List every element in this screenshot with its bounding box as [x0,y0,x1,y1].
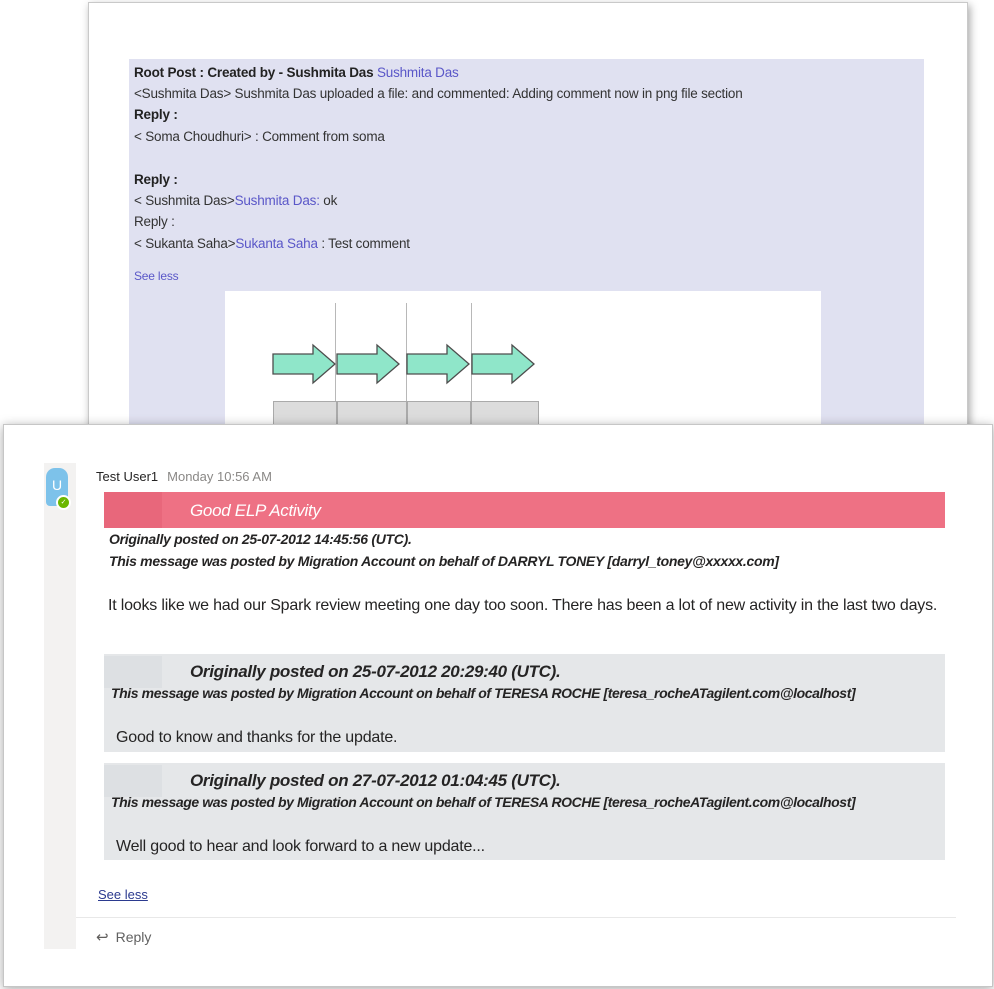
quote-chip [104,656,162,688]
root-post-label: Root Post : Created by - Sushmita Das [134,65,377,80]
attached-process-diagram[interactable] [225,291,821,443]
quoted-reply: Originally posted on 25-07-2012 20:29:40… [104,654,945,752]
reply-text: ok [319,193,338,208]
arrow-shape-icon [271,343,337,385]
teams-message-card: U ✓ Test User1 Monday 10:56 AM Good ELP A… [3,424,993,987]
quote-chip [104,765,162,797]
reply-original-date: Originally posted on 27-07-2012 01:04:45… [190,771,561,790]
original-post-date: Originally posted on 25-07-2012 14:45:56… [109,531,412,547]
divider [76,917,956,918]
root-comment-line: <Sushmita Das> Sushmita Das uploaded a f… [134,86,743,101]
reply-posted-on-behalf: This message was posted by Migration Acc… [111,794,856,810]
root-author-link[interactable]: Sushmita Das [377,65,459,80]
arrow-shape-icon [405,343,471,385]
thread-summary: Root Post : Created by - Sushmita Das Su… [129,59,924,443]
arrow-shape-icon [335,343,401,385]
see-less-link[interactable]: See less [134,269,179,283]
migrated-thread-card: Root Post : Created by - Sushmita Das Su… [88,2,968,444]
reply-text: Well good to hear and look forward to a … [116,838,485,855]
reply-label-text: Reply : [134,107,178,122]
quoted-reply: Originally posted on 27-07-2012 01:04:45… [104,763,945,860]
reply-author-tag: < Sushmita Das> [134,193,235,208]
root-post-line: Root Post : Created by - Sushmita Das Su… [134,65,459,80]
message-timestamp: Monday 10:56 AM [167,469,272,484]
reply-label-text: Reply : [134,172,178,187]
subject-title: Good ELP Activity [190,501,321,520]
reply-label: Reply : [134,172,178,187]
reply-original-date: Originally posted on 25-07-2012 20:29:40… [190,662,561,681]
arrow-shape-icon [470,343,536,385]
reply-posted-on-behalf: This message was posted by Migration Acc… [111,685,856,701]
subject-banner: Good ELP Activity [104,492,945,528]
message-rail [44,463,76,949]
reply-line-soma: < Soma Choudhuri> : Comment from soma [134,129,385,144]
message-text: It looks like we had our Spark review me… [108,597,938,614]
reply-label: Reply : [134,107,178,122]
see-less-link[interactable]: See less [98,887,148,902]
reply-line-sushmita: < Sushmita Das>Sushmita Das: ok [134,193,337,208]
author-name[interactable]: Test User1 [96,469,158,484]
reply-text: : Test comment [317,236,410,251]
reply-line-sukanta: < Sukanta Saha>Sukanta Saha : Test comme… [134,236,410,251]
reply-arrow-icon: ↩ [96,929,109,946]
reply-button[interactable]: ↩ Reply [96,928,151,946]
reply-label: Reply [115,929,152,945]
reply-text: Good to know and thanks for the update. [116,729,398,746]
reply-author-tag: < Sukanta Saha> [134,236,236,251]
presence-check-icon: ✓ [56,495,71,510]
message-header: Test User1 Monday 10:56 AM [96,469,272,484]
reply-author-link[interactable]: Sushmita Das: [235,193,320,208]
reply-label: Reply : [134,214,175,229]
reply-author-link[interactable]: Sukanta Saha [235,236,318,251]
posted-on-behalf: This message was posted by Migration Acc… [109,553,779,569]
message-body: Good ELP Activity Originally posted on 2… [76,486,956,946]
banner-accent [104,492,162,528]
